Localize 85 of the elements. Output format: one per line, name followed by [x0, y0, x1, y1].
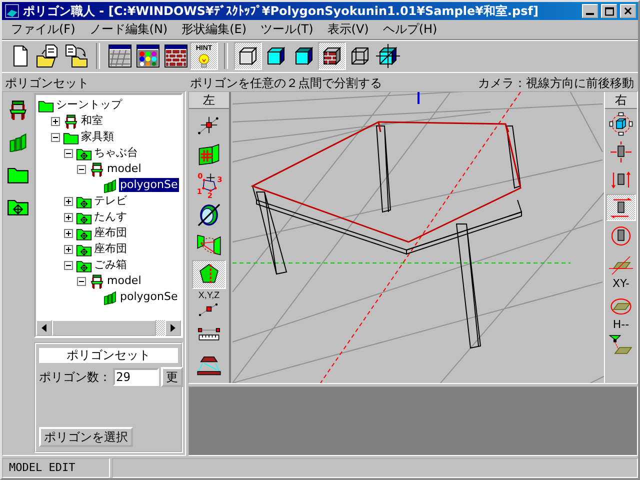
tree-item[interactable]: 和室 — [80, 114, 104, 128]
tree-item[interactable]: model — [106, 274, 142, 288]
tree-item[interactable]: model — [106, 162, 142, 176]
menu-item[interactable]: ファイル(F) — [4, 21, 82, 38]
tree-item[interactable]: polygonSe — [119, 178, 179, 192]
tree-item[interactable]: テレビ — [93, 194, 128, 208]
expand-toggle[interactable] — [51, 132, 60, 142]
chair-icon — [89, 274, 105, 288]
select-polygons-button[interactable]: ポリゴンを選択 — [39, 427, 133, 447]
tool-label: XY- — [612, 277, 630, 290]
camera-orbit-icon — [609, 112, 633, 136]
horizontal-scrollbar[interactable] — [36, 320, 181, 336]
menu-item[interactable]: ツール(T) — [254, 21, 320, 38]
extrude-face-icon — [196, 142, 222, 168]
chair-icon — [89, 162, 105, 176]
toolbar-button[interactable] — [318, 42, 346, 70]
menu-item[interactable]: ヘルプ(H) — [376, 21, 444, 38]
right-arrow-icon — [170, 324, 176, 332]
rotate-ring-icon — [196, 202, 222, 228]
expand-toggle[interactable] — [51, 116, 60, 126]
toolbar-button[interactable] — [106, 42, 134, 70]
cube-axis-icon — [376, 44, 400, 68]
toolbar-button[interactable] — [162, 42, 190, 70]
camera-forward-icon — [609, 196, 633, 220]
folder-document-icon — [36, 44, 60, 68]
properties-title: ポリゴンセット — [39, 348, 178, 363]
tool-hint: ポリゴンを任意の２点間で分割する — [190, 75, 382, 91]
maximize-icon — [604, 6, 614, 16]
menu-item[interactable]: 表示(V) — [320, 21, 376, 38]
color-palette-window-icon — [136, 44, 160, 68]
bridge-faces-icon — [196, 232, 222, 258]
expand-toggle[interactable] — [64, 244, 73, 254]
tree-item[interactable]: ごみ箱 — [93, 258, 128, 272]
toolbar-button[interactable] — [134, 42, 162, 70]
menu-item[interactable]: ノード編集(N) — [82, 21, 175, 38]
chair-icon — [7, 100, 29, 120]
tool-button[interactable] — [606, 194, 636, 221]
palette-title: 左 — [189, 92, 229, 109]
maximize-button[interactable] — [601, 4, 617, 18]
tool-button[interactable] — [192, 260, 226, 289]
minimize-button[interactable] — [582, 4, 598, 18]
panel-title: ポリゴンセット — [4, 75, 90, 91]
expand-toggle[interactable] — [64, 196, 73, 206]
expand-toggle[interactable] — [64, 228, 73, 238]
app-icon — [4, 4, 20, 18]
chair-icon — [63, 114, 79, 128]
minimize-icon — [586, 13, 594, 15]
field-label: ポリゴン数： — [39, 368, 111, 386]
camera-pan-icon — [609, 140, 633, 164]
palette-title: 右 — [605, 92, 637, 109]
expand-toggle[interactable] — [64, 260, 73, 270]
tool-button[interactable]: X,Y,Z — [192, 290, 226, 319]
cube-outline-icon — [236, 44, 260, 68]
expand-toggle[interactable] — [77, 164, 86, 174]
tree-item[interactable]: polygonSe — [119, 290, 179, 304]
tree-item[interactable]: 座布団 — [93, 242, 128, 256]
grid-window-icon — [108, 44, 132, 68]
close-icon — [624, 7, 632, 15]
close-button[interactable] — [620, 4, 636, 18]
brick-cube-icon — [320, 44, 344, 68]
polygon-panels-icon — [7, 132, 29, 152]
camera-rotate-icon — [609, 224, 633, 248]
tree-item[interactable]: 座布団 — [93, 226, 128, 240]
tree-item[interactable]: 家具類 — [80, 130, 115, 144]
polygon-count-field[interactable]: 29 — [113, 368, 159, 386]
expand-toggle[interactable] — [64, 148, 73, 158]
tree-item[interactable]: ちゃぶ台 — [93, 146, 139, 160]
solid-cube-icon — [264, 44, 288, 68]
left-arrow-icon — [41, 324, 47, 332]
tool-label: H-- — [612, 318, 630, 331]
update-button[interactable]: 更 — [161, 367, 183, 387]
expand-toggle[interactable] — [77, 276, 86, 286]
brick-window-icon — [164, 44, 188, 68]
tree-item[interactable]: シーントップ — [55, 98, 123, 112]
window-title: ポリゴン職人 - [C:¥WINDOWS¥ﾃﾞｽｸﾄｯﾌﾟ¥PolygonSyokunin1.01¥Sample¥和室.psf] — [23, 2, 540, 20]
expand-toggle[interactable] — [64, 212, 73, 222]
status-text: MODEL EDIT — [2, 458, 110, 478]
tree-item[interactable]: たんす — [93, 210, 128, 224]
camera-mode: カメラ：視線方向に前後移動 — [478, 75, 634, 91]
menu-item[interactable]: 形状編集(E) — [174, 21, 254, 38]
polygon-panels-icon — [102, 290, 118, 304]
toolbar-button[interactable] — [234, 42, 262, 70]
shaded-cube-icon — [292, 44, 316, 68]
polygon-panels-icon — [102, 178, 118, 192]
document-folder-icon — [64, 44, 88, 68]
